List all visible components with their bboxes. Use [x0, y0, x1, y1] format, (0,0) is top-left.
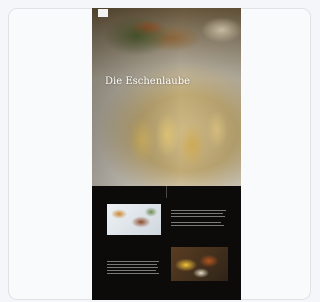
text-line: [107, 261, 159, 263]
site-navigation: [92, 8, 241, 20]
hero-food-image: [92, 8, 241, 186]
dish-photo-2: [171, 247, 228, 281]
hero-title: Die Eschenlaube: [105, 76, 191, 87]
text-line: [107, 273, 159, 275]
website-preview[interactable]: Die Eschenlaube: [92, 8, 241, 300]
text-line: [171, 210, 226, 212]
dish-photo-1: [107, 204, 161, 235]
text-line: [107, 270, 156, 272]
scroll-divider: [166, 186, 167, 198]
site-logo[interactable]: [98, 9, 108, 17]
text-line: [171, 225, 224, 227]
text-line: [171, 216, 225, 218]
text-line: [171, 222, 221, 224]
text-line: [107, 267, 158, 269]
text-line: [107, 264, 157, 266]
text-line: [171, 213, 223, 215]
